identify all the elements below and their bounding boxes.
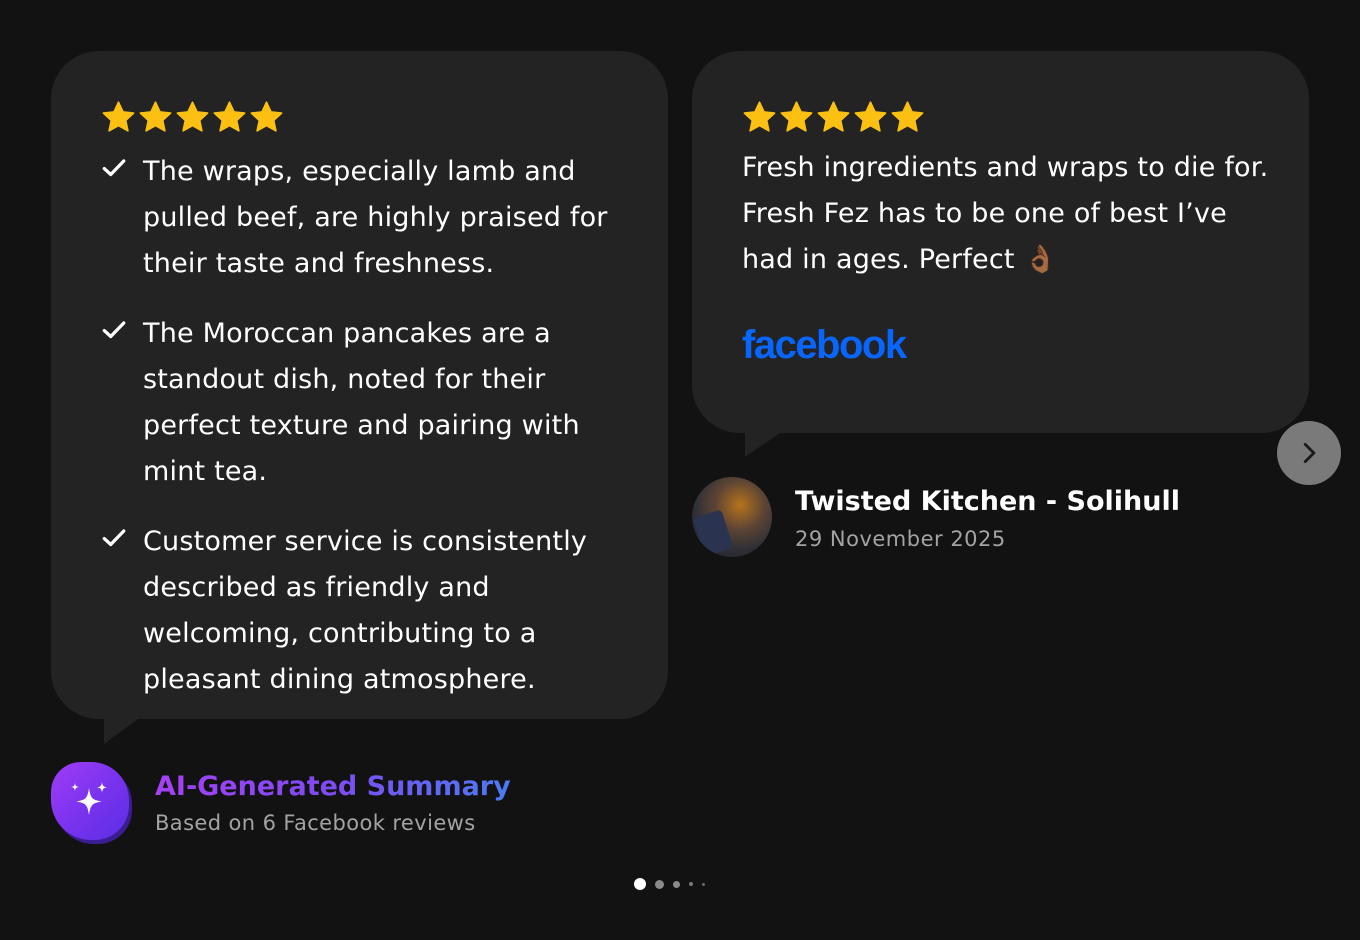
summary-points: The wraps, especially lamb and pulled be… (101, 149, 628, 703)
star-icon (817, 100, 850, 132)
summary-point-text: The Moroccan pancakes are a standout dis… (143, 318, 580, 487)
pagination-dot[interactable] (702, 882, 705, 886)
sparkles-icon (51, 762, 129, 840)
summary-card: The wraps, especially lamb and pulled be… (51, 51, 668, 719)
star-icon (854, 100, 887, 132)
summary-point-text: The wraps, especially lamb and pulled be… (143, 156, 608, 279)
reviewer-name: Twisted Kitchen - Solihull (795, 486, 1180, 517)
star-icon (780, 100, 813, 132)
ai-summary-attribution: AI-Generated Summary Based on 6 Facebook… (51, 762, 511, 840)
star-icon (102, 100, 135, 132)
facebook-logo: facebook (742, 323, 907, 367)
pagination-dot[interactable] (689, 882, 693, 886)
chevron-right-icon (1303, 442, 1316, 464)
star-icon (176, 100, 209, 132)
avatar (692, 477, 772, 557)
star-icon (891, 100, 924, 132)
pagination-dot[interactable] (655, 879, 664, 889)
summary-star-rating (101, 99, 628, 135)
summary-point: The wraps, especially lamb and pulled be… (101, 149, 628, 287)
star-icon (743, 100, 776, 132)
carousel-next-button[interactable] (1277, 421, 1341, 485)
review-card-tail (745, 431, 783, 457)
pagination-dot[interactable] (673, 880, 680, 888)
summary-point: Customer service is consistently describ… (101, 519, 628, 703)
summary-card-tail (104, 716, 142, 744)
ai-summary-title: AI-Generated Summary (155, 767, 511, 807)
pagination-dot[interactable] (634, 878, 646, 890)
star-icon (250, 100, 283, 132)
summary-point-text: Customer service is consistently describ… (143, 526, 588, 695)
review-card: Fresh ingredients and wraps to die for. … (692, 51, 1309, 433)
review-star-rating (742, 99, 1269, 135)
summary-point: The Moroccan pancakes are a standout dis… (101, 311, 628, 495)
carousel-pagination (634, 878, 705, 890)
star-icon (213, 100, 246, 132)
ai-summary-subtitle: Based on 6 Facebook reviews (155, 811, 476, 835)
review-text: Fresh ingredients and wraps to die for. … (742, 152, 1269, 275)
checkmark-icon (102, 529, 126, 547)
review-date: 29 November 2025 (795, 527, 1006, 551)
checkmark-icon (102, 321, 126, 339)
checkmark-icon (102, 159, 126, 177)
star-icon (139, 100, 172, 132)
reviewer: Twisted Kitchen - Solihull 29 November 2… (692, 477, 1180, 557)
